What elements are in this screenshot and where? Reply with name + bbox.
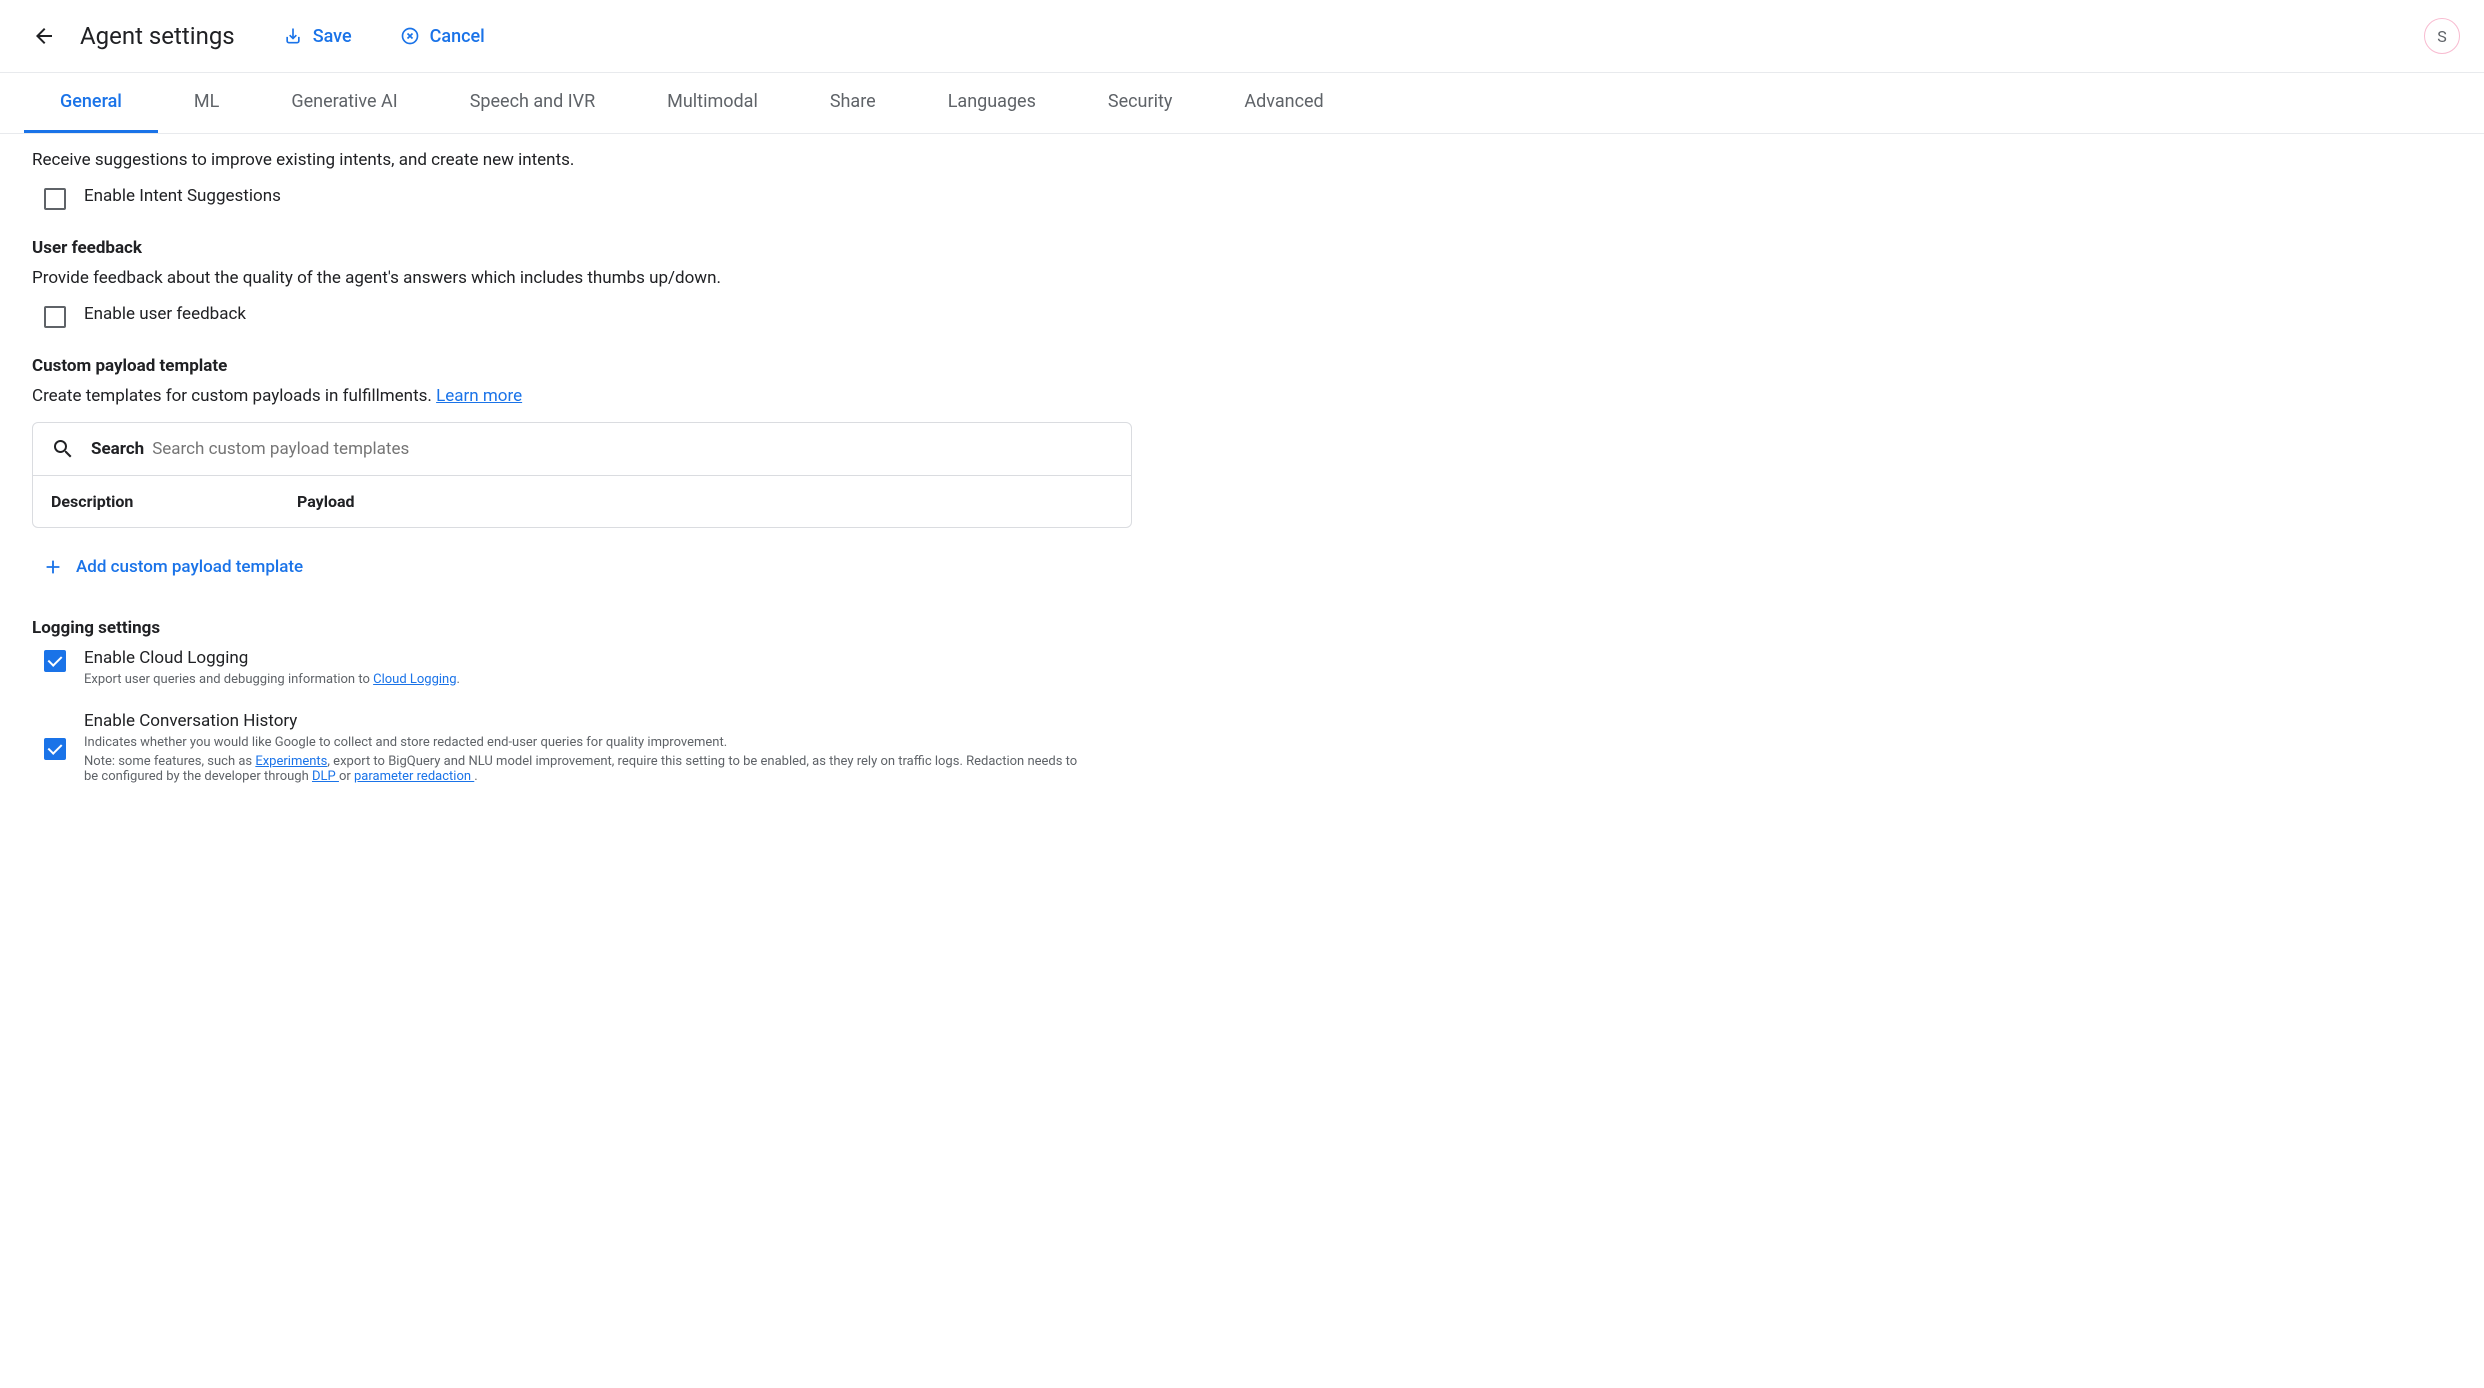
cloud-logging-label: Enable Cloud Logging: [84, 648, 460, 668]
enable-intent-suggestions-checkbox[interactable]: [44, 188, 66, 210]
dlp-link[interactable]: DLP: [312, 769, 339, 784]
intent-suggestions-checkbox-label: Enable Intent Suggestions: [84, 186, 281, 206]
search-label: Search: [91, 439, 144, 459]
header: Agent settings Save Cancel S: [0, 0, 2484, 73]
arrow-back-icon: [32, 24, 56, 48]
cloud-logging-checkbox-row: Enable Cloud Logging Export user queries…: [32, 648, 2452, 687]
avatar[interactable]: S: [2424, 18, 2460, 54]
tab-ml[interactable]: ML: [158, 73, 255, 133]
enable-cloud-logging-checkbox[interactable]: [44, 650, 66, 672]
tabs: General ML Generative AI Speech and IVR …: [0, 73, 2484, 134]
plus-icon: [42, 556, 64, 578]
cancel-button[interactable]: Cancel: [384, 18, 501, 55]
payload-template-table: Search Description Payload: [32, 422, 1132, 528]
user-feedback-heading: User feedback: [32, 238, 2452, 258]
back-button[interactable]: [24, 16, 64, 56]
intent-suggestions-checkbox-row: Enable Intent Suggestions: [32, 186, 2452, 210]
search-input[interactable]: [152, 439, 1113, 459]
table-header-row: Description Payload: [33, 476, 1131, 527]
page-title: Agent settings: [80, 22, 235, 50]
th-description: Description: [51, 492, 297, 511]
search-row: Search: [33, 423, 1131, 476]
experiments-link[interactable]: Experiments: [255, 754, 327, 769]
tab-share[interactable]: Share: [794, 73, 912, 133]
intent-suggestions-description: Receive suggestions to improve existing …: [32, 150, 2452, 170]
enable-user-feedback-checkbox[interactable]: [44, 306, 66, 328]
search-icon: [51, 437, 75, 461]
save-button[interactable]: Save: [267, 18, 368, 55]
cloud-logging-sublabel: Export user queries and debugging inform…: [84, 672, 460, 687]
cancel-icon: [400, 26, 420, 46]
save-icon: [283, 26, 303, 46]
user-feedback-checkbox-label: Enable user feedback: [84, 304, 246, 324]
parameter-redaction-link[interactable]: parameter redaction: [354, 769, 474, 784]
enable-conversation-history-checkbox[interactable]: [44, 738, 66, 760]
tab-multimodal[interactable]: Multimodal: [631, 73, 794, 133]
user-feedback-checkbox-row: Enable user feedback: [32, 304, 2452, 328]
content: Receive suggestions to improve existing …: [0, 134, 2484, 848]
learn-more-link[interactable]: Learn more: [436, 386, 522, 406]
custom-payload-description: Create templates for custom payloads in …: [32, 386, 2452, 406]
conversation-history-desc2: Note: some features, such as Experiments…: [84, 754, 1084, 784]
conversation-history-checkbox-row: Enable Conversation History Indicates wh…: [32, 711, 2452, 784]
add-custom-payload-button[interactable]: Add custom payload template: [42, 544, 303, 590]
th-payload: Payload: [297, 492, 355, 511]
conversation-history-desc1: Indicates whether you would like Google …: [84, 735, 1084, 750]
tab-speech-ivr[interactable]: Speech and IVR: [434, 73, 631, 133]
tab-generative-ai[interactable]: Generative AI: [255, 73, 433, 133]
cloud-logging-link[interactable]: Cloud Logging: [373, 672, 456, 687]
tab-security[interactable]: Security: [1072, 73, 1208, 133]
tab-advanced[interactable]: Advanced: [1208, 73, 1359, 133]
conversation-history-label: Enable Conversation History: [84, 711, 1084, 731]
logging-settings-heading: Logging settings: [32, 618, 2452, 638]
tab-languages[interactable]: Languages: [912, 73, 1072, 133]
custom-payload-heading: Custom payload template: [32, 356, 2452, 376]
user-feedback-description: Provide feedback about the quality of th…: [32, 268, 2452, 288]
tab-general[interactable]: General: [24, 73, 158, 133]
